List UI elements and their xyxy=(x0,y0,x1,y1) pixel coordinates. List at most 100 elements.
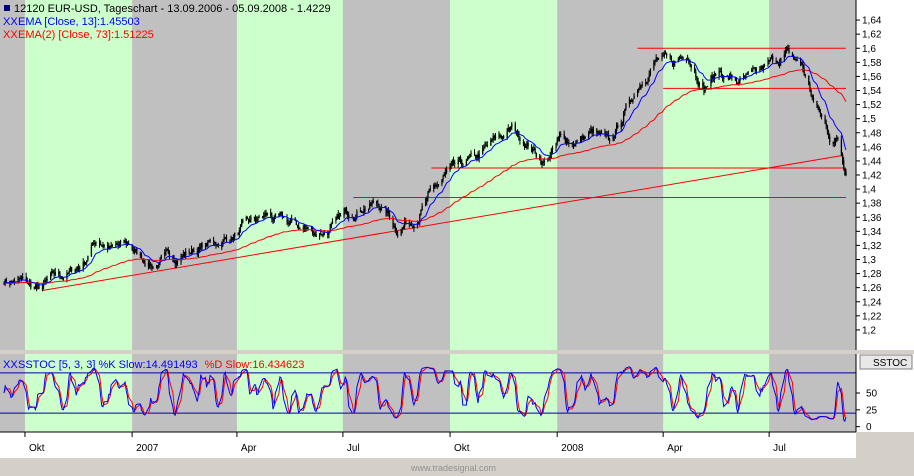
candle-body xyxy=(283,217,285,219)
candle-body xyxy=(50,273,52,280)
candle-body xyxy=(624,109,626,116)
candle-body xyxy=(52,271,54,274)
candle-body xyxy=(426,197,428,202)
candle-body xyxy=(136,249,138,255)
candle-body xyxy=(776,60,778,63)
candle-body xyxy=(633,95,635,100)
candle-body xyxy=(828,131,830,137)
candle-body xyxy=(95,241,97,243)
candle-body xyxy=(86,260,88,263)
candle-body xyxy=(17,278,19,281)
stoch-y-tick-label: 50 xyxy=(866,389,878,400)
candle-body xyxy=(819,112,822,115)
candle-body xyxy=(468,157,470,160)
candle-body xyxy=(494,136,497,139)
candle-body xyxy=(458,156,461,160)
candle-body xyxy=(98,241,101,245)
y-tick-label: 1,3 xyxy=(862,255,876,266)
candle-body xyxy=(769,58,772,61)
candle-body xyxy=(312,228,314,234)
candle-body xyxy=(190,248,193,254)
candle-body xyxy=(61,277,63,279)
candle-body xyxy=(78,267,80,269)
candle-body xyxy=(706,86,709,88)
candle-body xyxy=(492,136,494,140)
candle-body xyxy=(322,232,324,236)
candle-body xyxy=(370,203,372,205)
candle-body xyxy=(703,85,705,92)
candle-body xyxy=(682,56,684,60)
candle-body xyxy=(450,163,452,166)
candle-body xyxy=(151,264,153,269)
candle-body xyxy=(485,145,487,147)
candle-body xyxy=(209,240,211,242)
candle-body xyxy=(809,84,811,91)
candle-body xyxy=(181,256,183,258)
candle-body xyxy=(559,134,561,138)
candle-body xyxy=(754,67,756,71)
candle-body xyxy=(623,115,625,123)
candle-body xyxy=(340,215,342,217)
candle-body xyxy=(401,227,403,230)
candle-body xyxy=(473,152,476,156)
candle-body xyxy=(53,273,55,275)
candle-body xyxy=(457,159,459,165)
candle-body xyxy=(632,99,634,102)
candle-body xyxy=(386,210,388,213)
candle-body xyxy=(319,233,321,237)
candle-body xyxy=(484,145,486,148)
candle-body xyxy=(225,237,228,242)
candle-body xyxy=(278,213,280,216)
candle-body xyxy=(670,55,673,61)
candle-body xyxy=(579,139,582,141)
candle-body xyxy=(588,133,590,138)
candle-body xyxy=(101,245,103,247)
candle-body xyxy=(338,216,341,219)
candle-body xyxy=(165,249,167,253)
candle-body xyxy=(248,219,250,222)
candle-body xyxy=(787,48,789,50)
candle-body xyxy=(34,287,37,289)
candle-body xyxy=(299,227,301,230)
candle-body xyxy=(255,217,257,221)
candle-body xyxy=(720,71,723,77)
candle-body xyxy=(238,230,240,235)
candle-body xyxy=(641,84,643,86)
candle-body xyxy=(574,144,576,147)
candle-body xyxy=(617,125,619,128)
y-tick-label: 1,52 xyxy=(862,100,882,111)
candle-body xyxy=(572,144,575,147)
candle-body xyxy=(564,138,567,143)
candle-body xyxy=(840,139,843,156)
candle-body xyxy=(446,169,448,173)
series-marker-square xyxy=(4,5,10,11)
candle-body xyxy=(804,74,806,76)
candle-body xyxy=(256,220,258,222)
candle-body xyxy=(824,116,826,124)
candle-body xyxy=(288,223,291,225)
candle-body xyxy=(199,247,201,249)
candle-body xyxy=(345,208,348,213)
candle-body xyxy=(697,81,699,86)
candle-body xyxy=(534,148,536,153)
candle-body xyxy=(388,213,391,219)
candle-body xyxy=(540,159,542,165)
candle-body xyxy=(677,58,679,62)
candle-body xyxy=(394,226,397,231)
candle-body xyxy=(800,59,802,63)
candle-body xyxy=(117,244,119,246)
candle-body xyxy=(109,246,111,248)
candle-body xyxy=(648,74,650,78)
candle-body xyxy=(158,262,160,268)
candle-body xyxy=(730,74,732,77)
candle-body xyxy=(135,249,137,251)
candle-body xyxy=(527,142,529,147)
candle-body xyxy=(454,162,456,165)
candle-body xyxy=(812,97,815,101)
candle-body xyxy=(272,218,274,221)
y-tick-label: 1,4 xyxy=(862,185,876,196)
x-tick-label: 2008 xyxy=(561,443,584,454)
candle-body xyxy=(257,216,259,221)
candle-body xyxy=(836,137,838,139)
candle-body xyxy=(584,137,586,139)
